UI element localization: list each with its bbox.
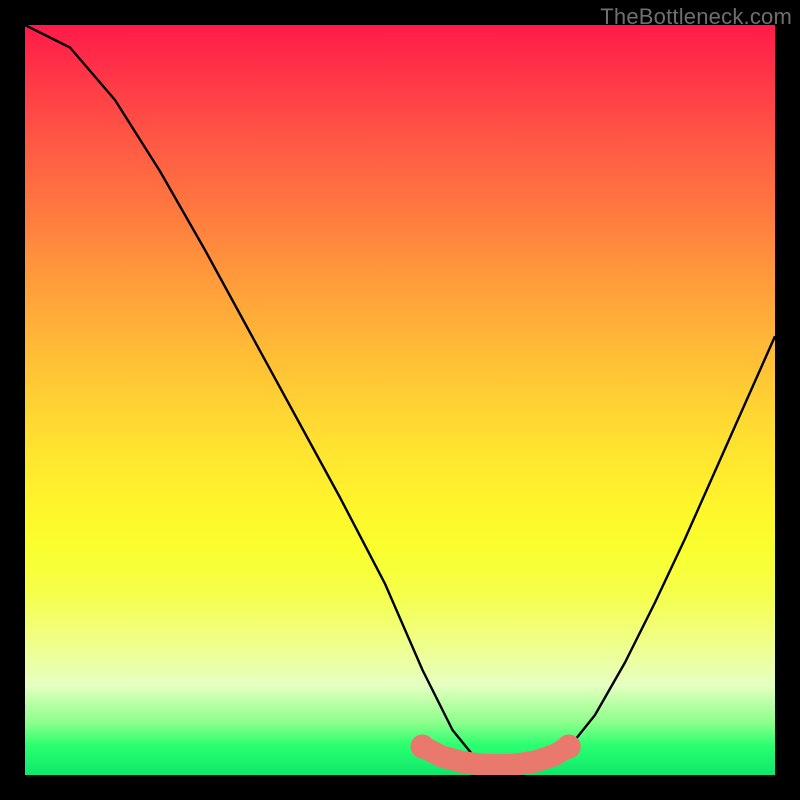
curve-line [25, 25, 775, 766]
plot-area [25, 25, 775, 775]
highlight-dots [411, 735, 581, 776]
chart-container: TheBottleneck.com [0, 0, 800, 800]
chart-svg [25, 25, 775, 775]
